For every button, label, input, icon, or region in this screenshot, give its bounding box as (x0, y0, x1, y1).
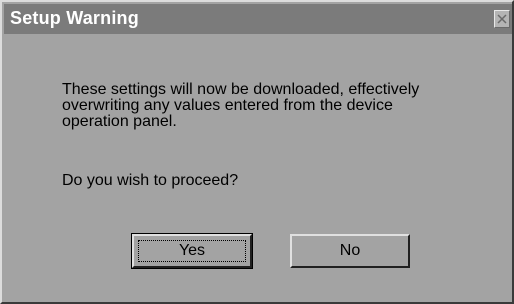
focus-rectangle (138, 240, 246, 262)
message-line: operation panel. (62, 113, 177, 130)
no-button-label: No (339, 242, 361, 259)
close-icon (497, 14, 507, 24)
dialog-title: Setup Warning (10, 8, 139, 28)
message-line: These settings will now be downloaded, e… (62, 81, 420, 98)
no-button[interactable]: No (290, 234, 410, 268)
title-bar[interactable]: Setup Warning (4, 4, 512, 34)
close-button[interactable] (494, 10, 510, 28)
proceed-question: Do you wish to proceed? (62, 172, 239, 189)
setup-warning-dialog: Setup Warning These settings will now be… (0, 0, 514, 304)
yes-button[interactable]: Yes (132, 234, 252, 268)
warning-message: These settings will now be downloaded, e… (62, 82, 482, 130)
message-line: overwriting any values entered from the … (62, 97, 393, 114)
